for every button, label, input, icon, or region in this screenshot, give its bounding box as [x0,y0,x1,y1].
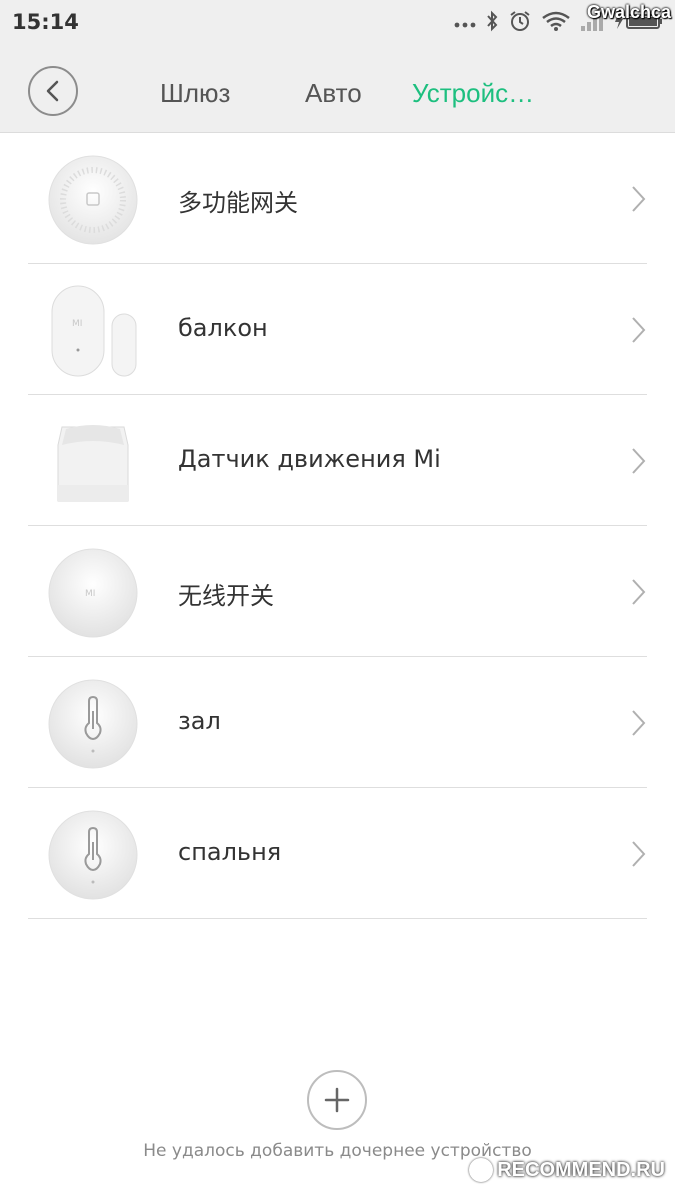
chevron-left-icon [46,80,59,102]
device-row-bedroom[interactable]: спальня [0,788,675,919]
recommend-logo-icon [469,1158,494,1182]
chevron-right-icon [632,579,646,605]
more-dots-icon [454,14,476,33]
chevron-right-icon [632,186,646,212]
device-row-wireless-switch[interactable]: MI 无线开关 [0,526,675,657]
chevron-right-icon [632,710,646,736]
tab-automation[interactable]: Авто [305,78,362,109]
temperature-sensor-icon [46,808,140,902]
chevron-right-icon [632,317,646,343]
svg-text:MI: MI [72,319,82,329]
wireless-switch-icon: MI [46,546,140,640]
device-label: зал [178,707,221,735]
door-window-sensor-icon: MI [46,284,140,378]
tab-devices[interactable]: Устройс… [412,78,534,109]
chevron-right-icon [632,841,646,867]
header: Шлюз Авто Устройс… [0,46,675,133]
wifi-icon [541,10,571,36]
device-row-gateway[interactable]: 多功能网关 [0,133,675,264]
watermark-site: RECOMMEND.RU [469,1158,665,1182]
plus-icon [324,1087,350,1113]
device-label: 无线开关 [178,582,274,610]
temperature-sensor-icon [46,677,140,771]
gateway-icon [46,153,140,247]
back-button[interactable] [28,66,78,116]
status-bar: 15:14 Gwalchca [0,0,675,46]
divider [28,918,647,919]
bluetooth-icon [485,10,499,36]
add-device-button[interactable] [307,1070,367,1130]
status-time: 15:14 [12,10,79,34]
device-label: 多功能网关 [178,189,298,217]
chevron-right-icon [632,448,646,474]
device-label: Датчик движения Mi [178,445,441,473]
tab-gateway[interactable]: Шлюз [160,78,230,109]
device-row-balcony[interactable]: MI балкон [0,264,675,395]
device-row-hall[interactable]: зал [0,657,675,788]
watermark-site-text: RECOMMEND.RU [497,1158,665,1181]
alarm-icon [508,9,532,37]
motion-sensor-icon [46,415,140,509]
device-label: балкон [178,314,268,342]
watermark-username: Gwalchca [586,2,671,22]
device-label: спальня [178,838,282,866]
svg-text:MI: MI [85,589,95,599]
device-row-motion-sensor[interactable]: Датчик движения Mi [0,395,675,526]
